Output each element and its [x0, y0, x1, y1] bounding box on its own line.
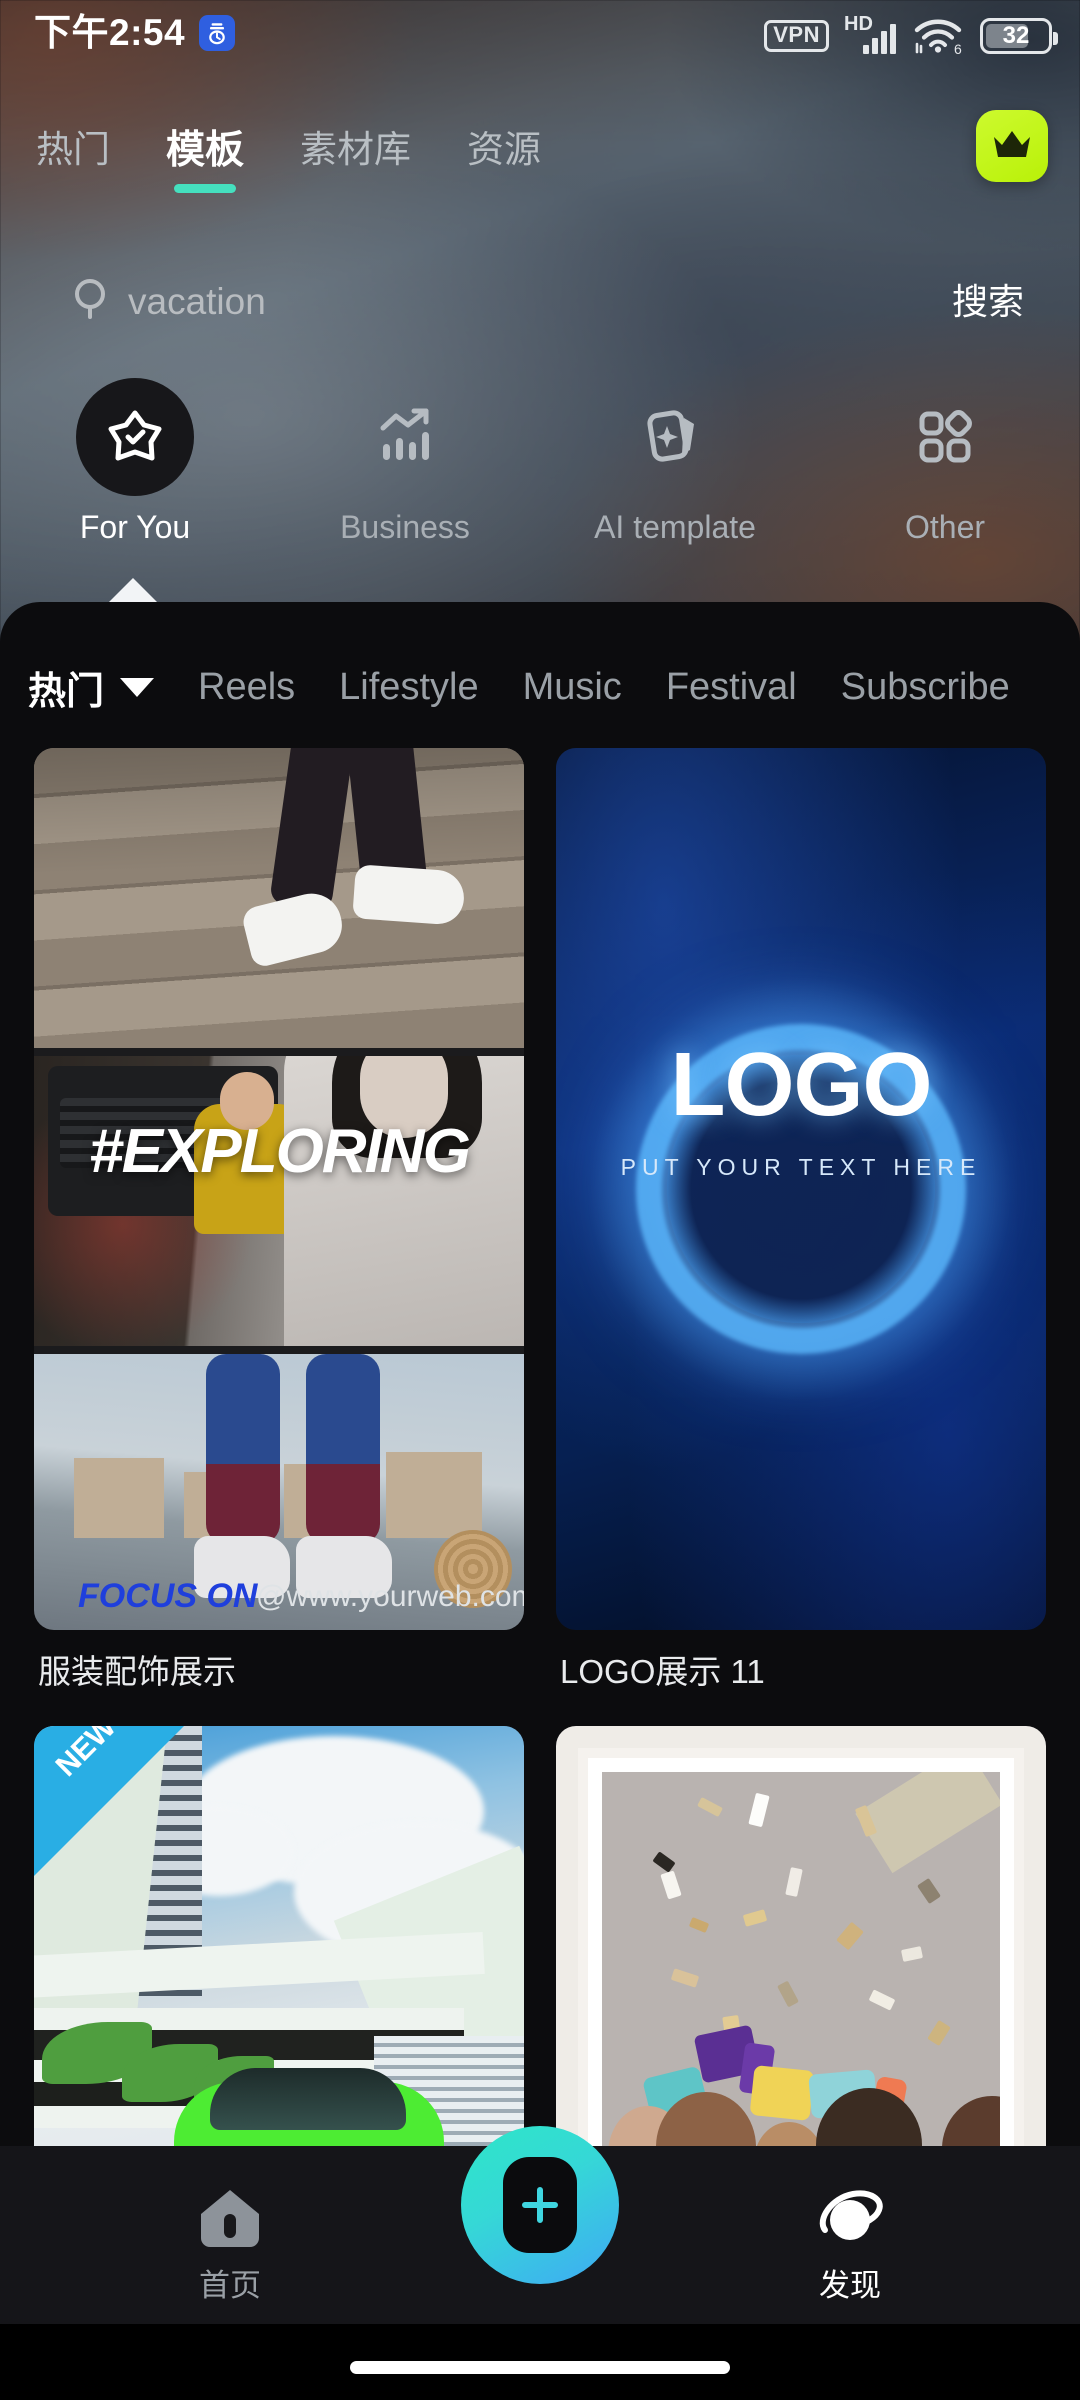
- battery-level-text: 32: [1002, 22, 1030, 49]
- filter-subscribe[interactable]: Subscribe: [841, 666, 1010, 709]
- active-tab-underline: [174, 183, 236, 193]
- template-grid-column-left: #EXPLORING FOCUS ON @www.yourweb.com 服装配…: [34, 748, 524, 2146]
- category-other-label: Other: [904, 509, 986, 545]
- thumbnail-logo-subtext: PUT YOUR TEXT HERE: [620, 1154, 982, 1180]
- search-bar[interactable]: vacation 搜索: [0, 258, 1080, 348]
- category-for-you[interactable]: For You: [0, 378, 270, 598]
- status-bar-left: 下午2:54: [34, 12, 236, 53]
- template-card-clothing[interactable]: #EXPLORING FOCUS ON @www.yourweb.com: [34, 748, 524, 1630]
- tab-template-label: 模板: [166, 129, 245, 172]
- star-check-icon: [76, 378, 194, 496]
- filter-reels[interactable]: Reels: [198, 666, 295, 709]
- wifi-icon: 6: [911, 16, 965, 57]
- status-bar: 下午2:54 VPN HD 6 32: [0, 0, 1080, 74]
- nav-item-home[interactable]: 首页: [150, 2186, 310, 2303]
- signal-bars-icon: HD: [844, 14, 896, 56]
- template-content-panel: 热门 Reels Lifestyle Music Festival Subscr…: [0, 602, 1080, 2146]
- status-bar-right: VPN HD 6 32: [764, 14, 1058, 57]
- nav-item-discover[interactable]: 发现: [770, 2186, 930, 2303]
- plus-icon: [503, 2157, 577, 2253]
- signal-bars: [863, 24, 896, 54]
- planet-icon: [813, 2186, 887, 2255]
- nav-item-home-label: 首页: [199, 2268, 261, 2303]
- new-badge: NEW: [34, 1725, 184, 1876]
- tab-hot-label: 热门: [36, 129, 110, 170]
- thumb-pane-friends: [34, 1056, 524, 1346]
- search-input[interactable]: vacation: [128, 280, 266, 324]
- category-row: For You Business AI template Other: [0, 378, 1080, 598]
- template-card-logo[interactable]: LOGO PUT YOUR TEXT HERE: [556, 748, 1046, 1630]
- filter-hot-dropdown[interactable]: 热门: [28, 660, 155, 715]
- tab-resources-label: 资源: [467, 129, 542, 170]
- thumbnail-overlay-text: #EXPLORING: [89, 1117, 471, 1186]
- grid-four-icon: [886, 378, 1004, 496]
- tab-resources[interactable]: 资源: [467, 129, 542, 185]
- chevron-down-icon: [120, 678, 155, 697]
- template-thumbnail-logo: LOGO PUT YOUR TEXT HERE: [556, 748, 1046, 1630]
- template-card-party[interactable]: [556, 1725, 1046, 2146]
- tab-material-library[interactable]: 素材库: [300, 129, 412, 185]
- battery-indicator: 32: [980, 18, 1058, 54]
- vip-crown-button[interactable]: [976, 110, 1048, 182]
- filter-lifestyle[interactable]: Lifestyle: [339, 666, 478, 709]
- sparkle-cards-icon: [616, 378, 734, 496]
- thumbnail-logo-text: LOGO: [670, 1035, 933, 1135]
- filter-music[interactable]: Music: [523, 666, 622, 709]
- category-ai-template-label: AI template: [594, 509, 756, 545]
- template-thumbnail-party: [556, 1725, 1046, 2146]
- vpn-indicator: VPN: [764, 20, 829, 52]
- category-business[interactable]: Business: [270, 378, 540, 598]
- status-bar-clock: 下午2:54: [34, 12, 186, 53]
- search-icon: [70, 276, 114, 327]
- category-for-you-label: For You: [79, 509, 191, 545]
- thumbnail-footer-right: @www.yourweb.com: [256, 1580, 524, 1613]
- home-icon: [197, 2186, 263, 2255]
- tab-template[interactable]: 模板: [166, 129, 245, 193]
- template-card-city[interactable]: NEW: [34, 1725, 524, 2146]
- thumbnail-footer-left: FOCUS ON: [78, 1577, 258, 1615]
- filter-festival[interactable]: Festival: [666, 666, 797, 709]
- category-other[interactable]: Other: [810, 378, 1080, 598]
- clock-app-icon: [199, 14, 236, 51]
- template-thumbnail-clothing: #EXPLORING FOCUS ON @www.yourweb.com: [34, 748, 524, 1630]
- filter-chip-row: 热门 Reels Lifestyle Music Festival Subscr…: [28, 660, 1080, 715]
- template-grid: #EXPLORING FOCUS ON @www.yourweb.com 服装配…: [34, 748, 1046, 2146]
- tab-hot[interactable]: 热门: [36, 129, 110, 185]
- create-button[interactable]: [461, 2126, 619, 2284]
- template-title-clothing: 服装配饰展示: [38, 1653, 236, 1690]
- bar-chart-trend-icon: [346, 378, 464, 496]
- crown-icon: [990, 125, 1034, 168]
- thumb-pane-stairs: [34, 748, 524, 1048]
- category-business-label: Business: [340, 509, 470, 545]
- tab-material-library-label: 素材库: [300, 129, 412, 170]
- category-ai-template[interactable]: AI template: [540, 378, 810, 598]
- gesture-home-indicator[interactable]: [350, 2361, 730, 2374]
- template-grid-column-right: LOGO PUT YOUR TEXT HERE LOGO展示 11: [556, 748, 1046, 2146]
- search-submit-button[interactable]: 搜索: [952, 280, 1024, 323]
- app-screen: 下午2:54 VPN HD 6 32 热门 模板 素材库 资源 vacation…: [0, 0, 1080, 2400]
- template-title-logo: LOGO展示 11: [560, 1653, 765, 1690]
- nav-item-discover-label: 发现: [819, 2268, 881, 2303]
- top-tab-bar: 热门 模板 素材库 资源: [36, 129, 542, 193]
- svg-text:6: 6: [954, 41, 962, 56]
- filter-hot-label: 热门: [28, 671, 105, 713]
